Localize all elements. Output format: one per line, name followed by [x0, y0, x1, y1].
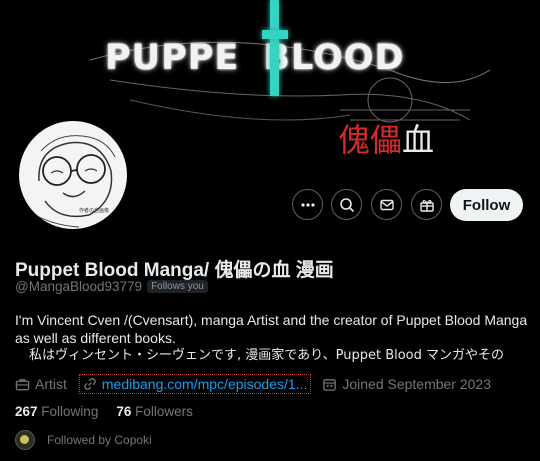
banner-title: PUPPE BLOOD — [105, 38, 405, 78]
bio: I'm Vincent Cven /(Cvensart), manga Arti… — [15, 311, 535, 365]
website-link-text[interactable]: medibang.com/mpc/episodes/1... — [102, 376, 307, 392]
followers-link[interactable]: 76 Followers — [116, 404, 193, 419]
follows-you-badge: Follows you — [147, 280, 208, 293]
link-icon — [84, 378, 96, 390]
followers-label: Followers — [135, 404, 193, 419]
calendar-icon — [323, 378, 337, 391]
banner-kanji: 傀儡血 — [338, 121, 435, 159]
following-link[interactable]: 267 Following — [15, 404, 98, 419]
display-name: Puppet Blood Manga/ 傀儡の血 漫画 — [15, 260, 334, 281]
bio-line: I'm Vincent Cven /(Cvensart), manga Arti… — [15, 312, 528, 328]
website-link[interactable]: medibang.com/mpc/episodes/1... — [78, 374, 312, 394]
avatar-drawing: 作者の自画像 — [19, 121, 127, 229]
username: @MangaBlood93779 — [15, 279, 143, 294]
message-button[interactable] — [371, 189, 402, 220]
handle-row: @MangaBlood93779 Follows you — [15, 279, 208, 294]
profile-avatar[interactable]: 作者の自画像 — [15, 117, 131, 233]
followed-by-label: Followed by Copoki — [47, 433, 152, 447]
profile-page: PUPPE BLOOD 傀儡血 作者の自画像 Follow Puppet Blo… — [0, 0, 540, 461]
gift-icon — [419, 199, 434, 212]
avatar-caption: 作者の自画像 — [79, 208, 110, 214]
category: Artist — [15, 376, 67, 392]
joined-label: Joined September 2023 — [342, 376, 492, 392]
followed-by[interactable]: Followed by Copoki — [15, 430, 152, 450]
mail-icon — [379, 199, 394, 210]
bio-line: as well as different books. — [15, 330, 176, 346]
briefcase-icon — [15, 378, 30, 390]
more-icon — [300, 202, 315, 207]
bio-line: 私はヴィンセント・シーヴェンです, 漫画家であり、Puppet Blood マン… — [29, 348, 505, 363]
followers-count: 76 — [116, 404, 132, 419]
category-label: Artist — [35, 376, 67, 392]
cross-icon — [262, 0, 288, 96]
following-count: 267 — [15, 404, 38, 419]
subscribe-button[interactable] — [411, 189, 442, 220]
follow-stats: 267 Following 76 Followers — [15, 404, 193, 419]
joined-date: Joined September 2023 — [322, 376, 491, 392]
profile-meta: Artist medibang.com/mpc/episodes/1... Jo… — [15, 374, 503, 394]
search-icon — [339, 197, 354, 212]
follow-button[interactable]: Follow — [450, 189, 523, 221]
follower-avatar — [15, 430, 35, 450]
more-button[interactable] — [292, 189, 323, 220]
search-button[interactable] — [331, 189, 362, 220]
following-label: Following — [41, 404, 99, 419]
